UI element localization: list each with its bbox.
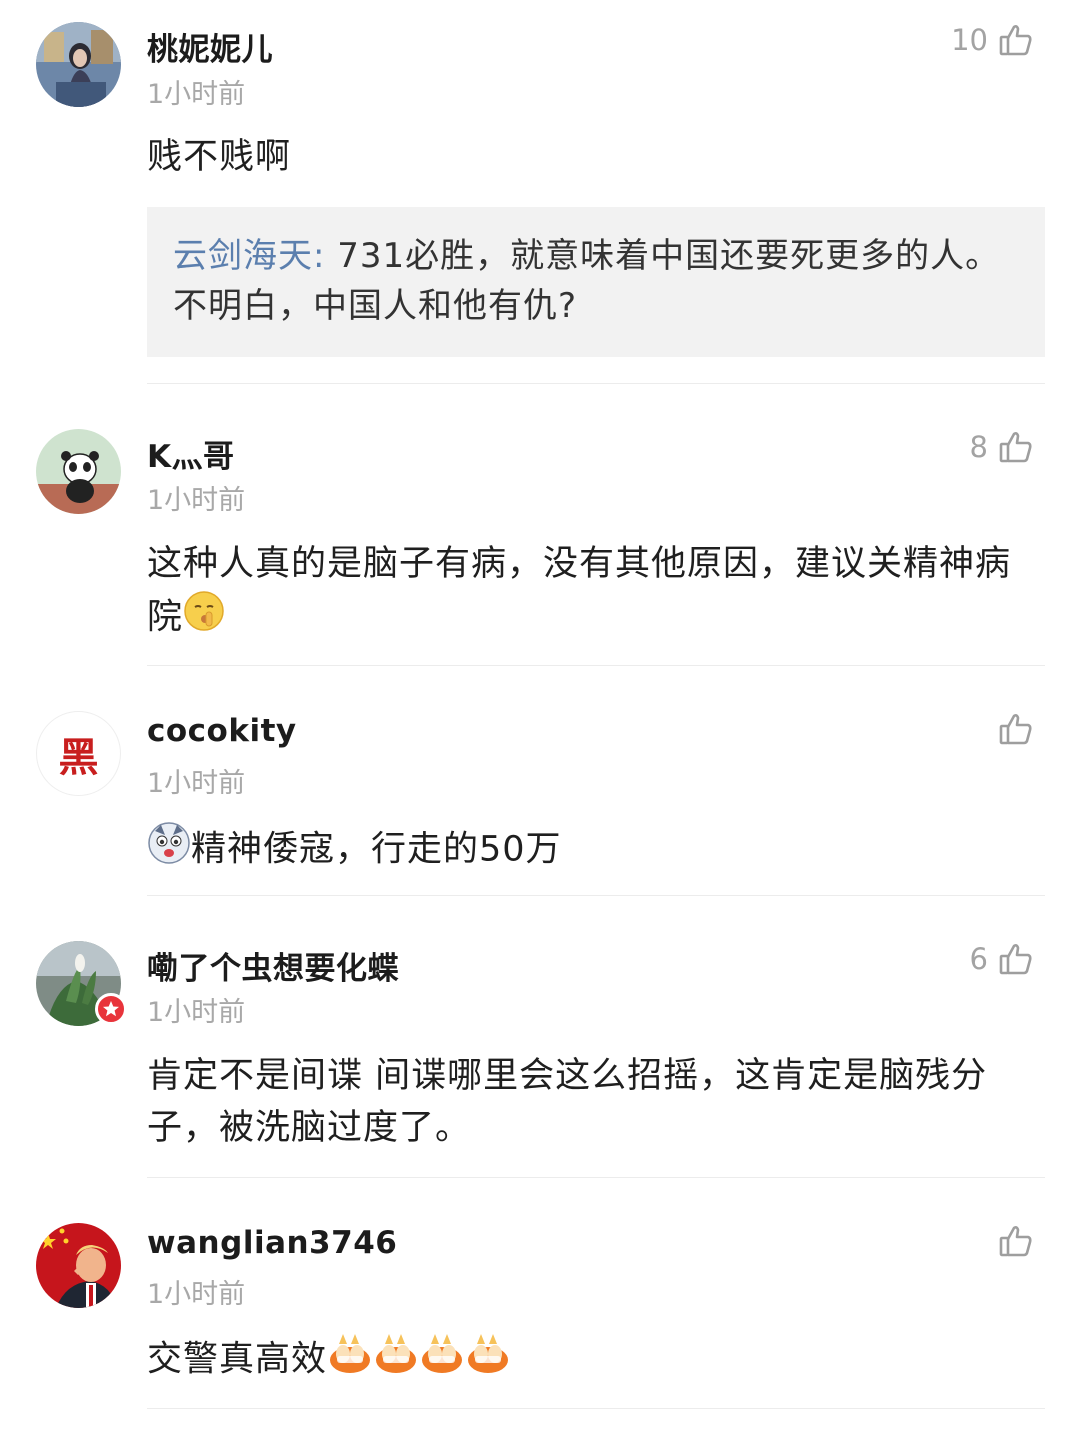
comment-text-content: 交警真高效 (147, 1339, 328, 1380)
clap-emoji (419, 1332, 465, 1389)
username[interactable]: cocokity (147, 713, 297, 749)
divider (147, 665, 1045, 666)
divider (147, 1408, 1045, 1409)
thumbs-up-icon (998, 1223, 1034, 1259)
timestamp: 1小时前 (147, 485, 246, 516)
like-button[interactable]: 10 (951, 22, 1034, 58)
like-count: 10 (951, 23, 988, 57)
clap-emoji (465, 1332, 511, 1389)
comment-text: 交警真高效 (147, 1332, 1042, 1389)
avatar[interactable] (36, 22, 121, 107)
verified-badge (95, 993, 127, 1025)
timestamp: 1小时前 (147, 79, 246, 110)
clap-emoji (327, 1332, 373, 1389)
comment-text: 这种人真的是脑子有病，没有其他原因，建议关精神病院 (147, 538, 1042, 647)
avatar[interactable] (36, 1223, 121, 1308)
username[interactable]: 嘞了个虫想要化蝶 (147, 943, 399, 988)
username[interactable]: K灬哥 (147, 431, 235, 476)
like-button[interactable]: 8 (970, 429, 1034, 465)
avatar[interactable] (36, 429, 121, 514)
username[interactable]: wanglian3746 (147, 1225, 397, 1261)
thumbs-up-icon (998, 711, 1034, 747)
quote-author[interactable]: 云剑海天 (173, 236, 313, 276)
clap-emoji-group (327, 1334, 511, 1380)
avatar-text: 黑 (58, 733, 99, 781)
comment-text-content: 精神倭寇，行走的50万 (191, 829, 562, 870)
like-button[interactable] (998, 711, 1034, 747)
husky-emoji (147, 821, 191, 880)
like-button[interactable]: 6 (970, 941, 1034, 977)
quote-separator: : (313, 236, 326, 276)
shush-face-emoji (183, 590, 225, 647)
avatar[interactable]: 黑 (36, 711, 121, 796)
thumbs-up-icon (998, 22, 1034, 58)
comment-text: 肯定不是间谍 间谍哪里会这么招摇，这肯定是脑残分子，被洗脑过度了。 (147, 1056, 988, 1148)
quoted-reply[interactable]: 云剑海天: 731必胜，就意味着中国还要死更多的人。不明白，中国人和他有仇? (147, 207, 1045, 357)
clap-emoji (373, 1332, 419, 1389)
thumbs-up-icon (998, 429, 1034, 465)
divider (147, 1177, 1045, 1178)
divider (147, 383, 1045, 384)
comment-text-content: 这种人真的是脑子有病，没有其他原因，建议关精神病院 (147, 544, 1012, 638)
like-count: 8 (969, 430, 988, 464)
username[interactable]: 桃妮妮儿 (147, 24, 273, 69)
divider (147, 895, 1045, 896)
timestamp: 1小时前 (147, 1279, 246, 1310)
thumbs-up-icon (998, 941, 1034, 977)
comment-text: 贱不贱啊 (147, 137, 292, 177)
like-count: 6 (969, 942, 988, 976)
timestamp: 1小时前 (147, 768, 246, 799)
timestamp: 1小时前 (147, 997, 246, 1028)
comment-text: 精神倭寇，行走的50万 (147, 821, 1042, 880)
like-button[interactable] (998, 1223, 1034, 1259)
